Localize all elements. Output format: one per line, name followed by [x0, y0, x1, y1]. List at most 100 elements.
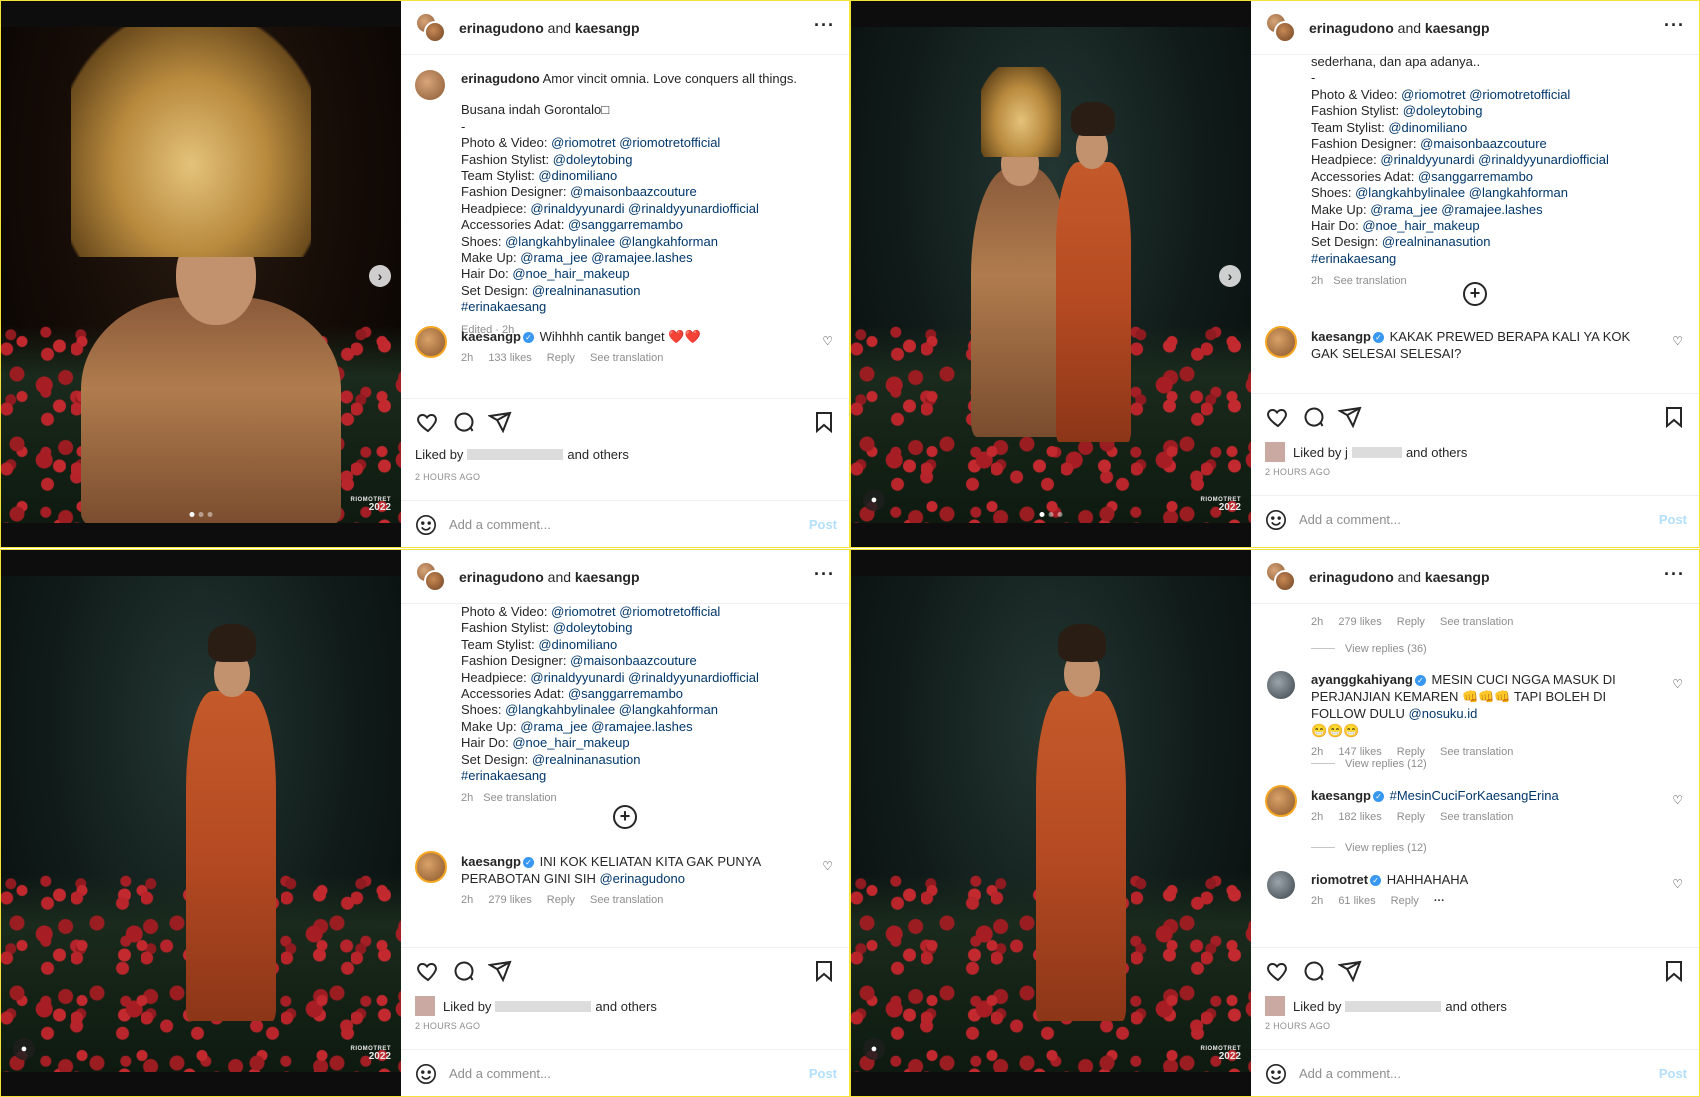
load-more-comments-icon[interactable]: +	[1463, 282, 1487, 306]
credit-link[interactable]: @langkahbylinalee @langkahforman	[1355, 185, 1568, 200]
comment-icon[interactable]	[1301, 958, 1327, 984]
credit-link[interactable]: @realninanasution	[1382, 234, 1491, 249]
see-translation-link[interactable]: See translation	[1440, 746, 1513, 758]
reply-button[interactable]: Reply	[547, 352, 575, 364]
comment-input[interactable]: Add a comment...	[1299, 512, 1401, 527]
comment-like-icon[interactable]: ♡	[1672, 334, 1683, 348]
share-icon[interactable]	[1337, 404, 1363, 430]
share-icon[interactable]	[1337, 958, 1363, 984]
credit-link[interactable]: @rinaldyyunardi @rinaldyyunardiofficial	[1380, 152, 1608, 167]
comment-like-icon[interactable]: ♡	[822, 334, 833, 348]
avatar[interactable]	[1265, 326, 1297, 358]
hashtag-link[interactable]: #erinakaesang	[1311, 251, 1683, 267]
user-tag-icon[interactable]: ●	[863, 1038, 885, 1060]
post-photo-4[interactable]: ● RIOMOTRET 2022	[851, 550, 1251, 1096]
credit-link[interactable]: @rama_jee @ramajee.lashes	[520, 719, 692, 734]
credit-link[interactable]: @sanggarremambo	[568, 217, 683, 232]
caption-author[interactable]: erinagudono	[461, 71, 540, 86]
mention-link[interactable]: @erinagudono	[599, 871, 684, 886]
comment-user[interactable]: kaesangp	[1311, 788, 1371, 803]
avatar[interactable]	[415, 560, 447, 593]
see-translation-link[interactable]: See translation	[590, 894, 663, 906]
credit-link[interactable]: @rama_jee @ramajee.lashes	[520, 250, 692, 265]
post-button[interactable]: Post	[809, 1066, 837, 1081]
view-replies-button[interactable]: View replies (12)	[1311, 842, 1427, 854]
like-icon[interactable]	[1265, 404, 1291, 430]
reply-button[interactable]: Reply	[1397, 746, 1425, 758]
reply-button[interactable]: Reply	[1397, 616, 1425, 628]
share-icon[interactable]	[487, 409, 513, 435]
credit-link[interactable]: @langkahbylinalee @langkahforman	[505, 234, 718, 249]
credit-link[interactable]: @maisonbaazcouture	[570, 653, 697, 668]
emoji-icon[interactable]	[1265, 509, 1287, 531]
like-icon[interactable]	[415, 958, 441, 984]
emoji-icon[interactable]	[415, 1063, 437, 1085]
emoji-icon[interactable]	[1265, 1063, 1287, 1085]
comment-icon[interactable]	[1301, 404, 1327, 430]
credit-link[interactable]: @dinomiliano	[538, 168, 617, 183]
see-translation-link[interactable]: See translation	[590, 352, 663, 364]
more-options-icon[interactable]: ···	[814, 15, 835, 36]
comment-icon[interactable]	[451, 958, 477, 984]
comment-user[interactable]: kaesangp	[461, 854, 521, 869]
hashtag-link[interactable]: #MesinCuciForKaesangErina	[1390, 788, 1559, 803]
comment-more-icon[interactable]: ···	[1434, 895, 1445, 907]
comment-input[interactable]: Add a comment...	[1299, 1066, 1401, 1081]
avatar[interactable]	[1265, 869, 1297, 901]
post-photo-2[interactable]: › ● RIOMOTRET 2022	[851, 1, 1251, 547]
hashtag-link[interactable]: #erinakaesang	[461, 299, 833, 315]
more-options-icon[interactable]: ···	[814, 564, 835, 585]
see-translation-link[interactable]: See translation	[1333, 275, 1406, 287]
caption-avatar[interactable]	[415, 70, 445, 100]
post-authors[interactable]: erinagudono and kaesangp	[459, 20, 640, 36]
load-more-comments-icon[interactable]: +	[613, 805, 637, 829]
avatar[interactable]	[415, 11, 447, 44]
credit-link[interactable]: @langkahbylinalee @langkahforman	[505, 702, 718, 717]
emoji-icon[interactable]	[415, 514, 437, 536]
post-authors[interactable]: erinagudono and kaesangp	[1309, 20, 1490, 36]
credit-link[interactable]: @realninanasution	[532, 752, 641, 767]
comment-like-icon[interactable]: ♡	[822, 859, 833, 873]
comment-like-icon[interactable]: ♡	[1672, 677, 1683, 691]
see-translation-link[interactable]: See translation	[1440, 811, 1513, 823]
likes-count[interactable]: 61 likes	[1338, 895, 1375, 907]
comment-input[interactable]: Add a comment...	[449, 517, 551, 532]
comment-user[interactable]: riomotret	[1311, 872, 1368, 887]
like-icon[interactable]	[415, 409, 441, 435]
see-translation-link[interactable]: See translation	[1440, 616, 1513, 628]
credit-link[interactable]: @noe_hair_makeup	[512, 266, 629, 281]
credit-link[interactable]: @sanggarremambo	[568, 686, 683, 701]
credit-link[interactable]: @realninanasution	[532, 283, 641, 298]
comment-user[interactable]: kaesangp	[461, 329, 521, 344]
credit-link[interactable]: @dinomiliano	[538, 637, 617, 652]
reply-button[interactable]: Reply	[1397, 811, 1425, 823]
author-2[interactable]: kaesangp	[575, 20, 640, 36]
comment-like-icon[interactable]: ♡	[1672, 877, 1683, 891]
share-icon[interactable]	[487, 958, 513, 984]
bookmark-icon[interactable]	[811, 409, 837, 435]
credit-link[interactable]: @doleytobing	[1403, 103, 1483, 118]
author-1[interactable]: erinagudono	[459, 20, 544, 36]
comment-user[interactable]: ayanggkahiyang	[1311, 672, 1413, 687]
post-button[interactable]: Post	[1659, 512, 1687, 527]
user-tag-icon[interactable]: ●	[13, 1038, 35, 1060]
post-photo-3[interactable]: ● RIOMOTRET 2022	[1, 550, 401, 1096]
see-translation-link[interactable]: See translation	[483, 792, 556, 804]
post-button[interactable]: Post	[1659, 1066, 1687, 1081]
like-icon[interactable]	[1265, 958, 1291, 984]
bookmark-icon[interactable]	[1661, 958, 1687, 984]
credit-link[interactable]: @maisonbaazcouture	[570, 184, 697, 199]
avatar[interactable]	[415, 326, 447, 358]
likes-count[interactable]: 133 likes	[488, 352, 531, 364]
next-arrow-icon[interactable]: ›	[1219, 265, 1241, 287]
view-replies-button[interactable]: View replies (12)	[1311, 758, 1427, 770]
likes-count[interactable]: 182 likes	[1338, 811, 1381, 823]
credit-link[interactable]: @maisonbaazcouture	[1420, 136, 1547, 151]
post-photo-1[interactable]: › RIOMOTRET 2022	[1, 1, 401, 547]
avatar[interactable]	[415, 851, 447, 883]
reply-button[interactable]: Reply	[1391, 895, 1419, 907]
reply-button[interactable]: Reply	[547, 894, 575, 906]
post-button[interactable]: Post	[809, 517, 837, 532]
credit-link[interactable]: @rinaldyyunardi @rinaldyyunardiofficial	[530, 201, 758, 216]
more-options-icon[interactable]: ···	[1664, 564, 1685, 585]
